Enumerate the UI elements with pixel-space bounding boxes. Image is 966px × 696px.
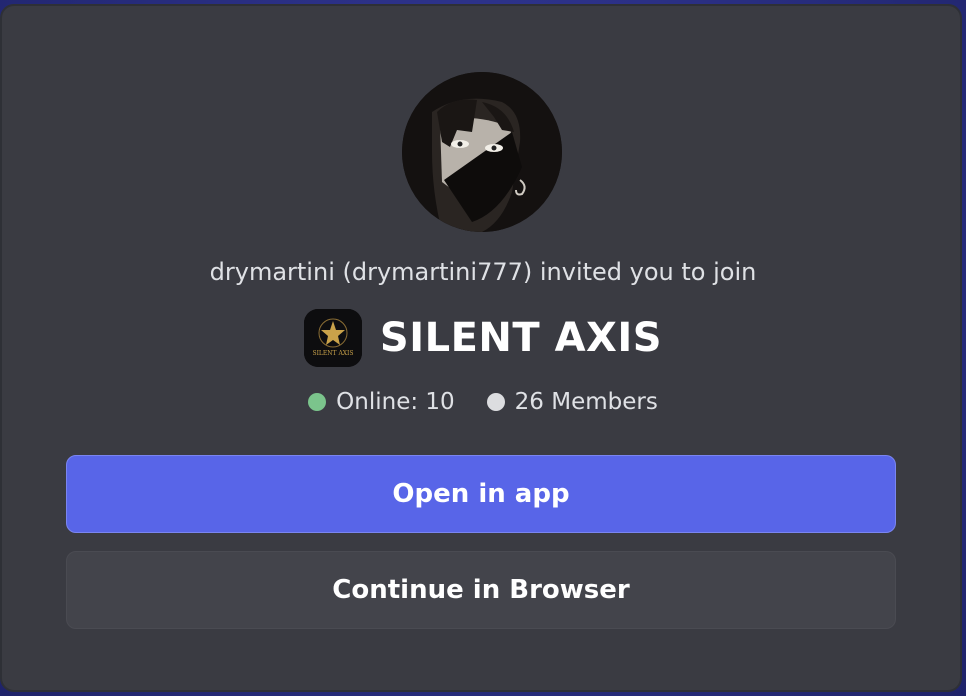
continue-in-browser-button[interactable]: Continue in Browser xyxy=(66,551,896,629)
avatar-illustration-icon xyxy=(402,72,562,232)
server-logo-icon: SILENT AXIS xyxy=(303,309,362,367)
server-title-row: SILENT AXIS SILENT AXIS xyxy=(2,306,964,370)
continue-in-browser-label: Continue in Browser xyxy=(332,575,630,605)
server-name: SILENT AXIS xyxy=(379,315,663,361)
inviter-text: drymartini (drymartini777) invited you t… xyxy=(209,258,757,286)
online-dot-icon xyxy=(308,393,327,411)
server-logo-text: SILENT AXIS xyxy=(312,350,353,357)
member-count: 26 Members xyxy=(486,389,658,415)
invite-modal: drymartini (drymartini777) invited you t… xyxy=(0,4,962,692)
open-in-app-button[interactable]: Open in app xyxy=(66,455,896,533)
open-in-app-label: Open in app xyxy=(392,479,570,509)
inviter-avatar xyxy=(402,72,562,232)
online-count-label: Online: 10 xyxy=(336,389,455,415)
member-count-label: 26 Members xyxy=(514,389,658,415)
online-count: Online: 10 xyxy=(308,389,455,415)
server-stats: Online: 10 26 Members xyxy=(2,384,964,420)
members-dot-icon xyxy=(486,393,505,411)
server-icon: SILENT AXIS xyxy=(303,309,362,367)
